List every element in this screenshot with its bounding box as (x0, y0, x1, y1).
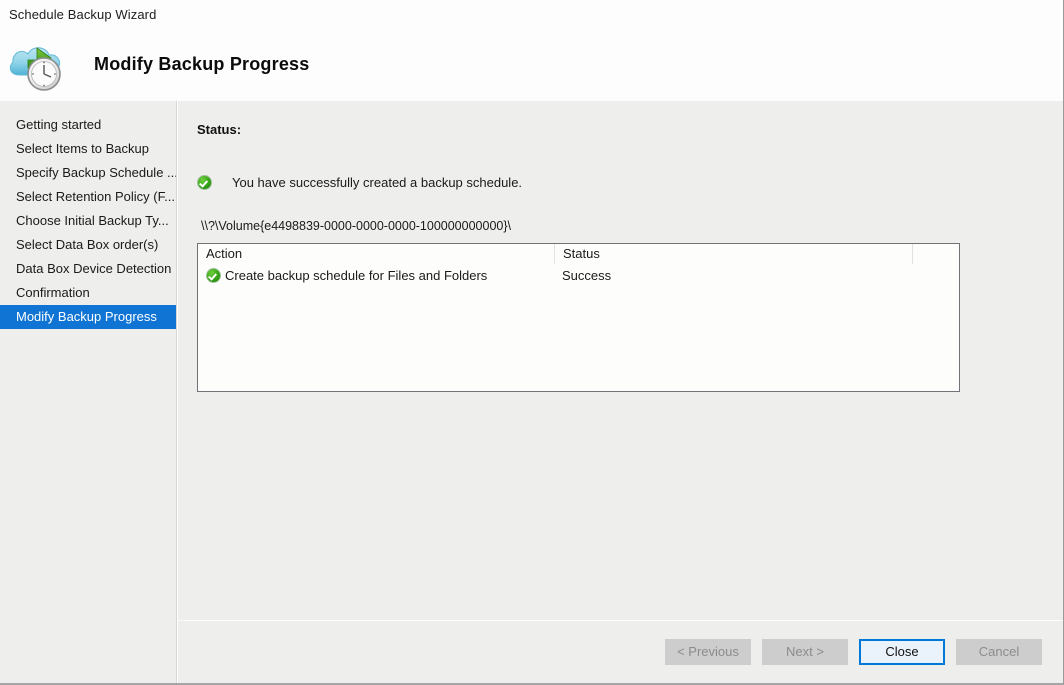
next-button[interactable]: Next > (762, 639, 848, 665)
status-label: Status: (197, 122, 242, 137)
column-header-extra[interactable] (912, 244, 959, 264)
sidebar-item-getting-started[interactable]: Getting started (0, 113, 176, 137)
sidebar-item-confirmation[interactable]: Confirmation (0, 281, 176, 305)
table-cell-action: Create backup schedule for Files and Fol… (198, 267, 554, 283)
window-title: Schedule Backup Wizard (9, 6, 157, 22)
column-header-action[interactable]: Action (198, 244, 554, 264)
success-status-row: You have successfully created a backup s… (197, 175, 1063, 190)
row-success-check-icon (206, 267, 221, 283)
sidebar-item-select-data-box-orders[interactable]: Select Data Box order(s) (0, 233, 176, 257)
title-bar: Schedule Backup Wizard (0, 0, 1063, 28)
column-header-status[interactable]: Status (554, 244, 912, 264)
cloud-backup-clock-icon (6, 35, 74, 95)
page-title: Modify Backup Progress (94, 54, 310, 74)
results-table: Action Status Create backup schedule for… (197, 243, 960, 392)
table-header-row: Action Status (198, 244, 959, 264)
table-cell-action-text: Create backup schedule for Files and Fol… (225, 267, 488, 283)
table-cell-status: Success (562, 267, 612, 283)
header-banner: Modify Backup Progress (0, 28, 1063, 101)
sidebar-item-select-retention-policy[interactable]: Select Retention Policy (F... (0, 185, 176, 209)
close-button[interactable]: Close (859, 639, 945, 665)
content-main: Status: You have successfully created a … (178, 101, 1063, 620)
previous-button[interactable]: < Previous (665, 639, 751, 665)
cancel-button[interactable]: Cancel (956, 639, 1042, 665)
volume-path-text: \\?\Volume{e4498839-0000-0000-0000-10000… (201, 219, 511, 233)
wizard-step-sidebar: Getting started Select Items to Backup S… (0, 101, 177, 683)
wizard-footer: < Previous Next > Close Cancel (178, 620, 1063, 683)
table-row[interactable]: Create backup schedule for Files and Fol… (198, 264, 959, 286)
success-message: You have successfully created a backup s… (232, 175, 523, 190)
sidebar-item-choose-initial-backup-type[interactable]: Choose Initial Backup Ty... (0, 209, 176, 233)
success-check-icon (197, 175, 212, 190)
sidebar-item-specify-backup-schedule[interactable]: Specify Backup Schedule ... (0, 161, 176, 185)
sidebar-item-data-box-device-detection[interactable]: Data Box Device Detection (0, 257, 176, 281)
content-panel: Status: You have successfully created a … (177, 101, 1063, 683)
body-area: Getting started Select Items to Backup S… (0, 101, 1063, 683)
sidebar-item-select-items-to-backup[interactable]: Select Items to Backup (0, 137, 176, 161)
sidebar-item-modify-backup-progress[interactable]: Modify Backup Progress (0, 305, 176, 329)
schedule-backup-wizard-window: Schedule Backup Wizard Modify Backup Pro… (0, 0, 1064, 685)
